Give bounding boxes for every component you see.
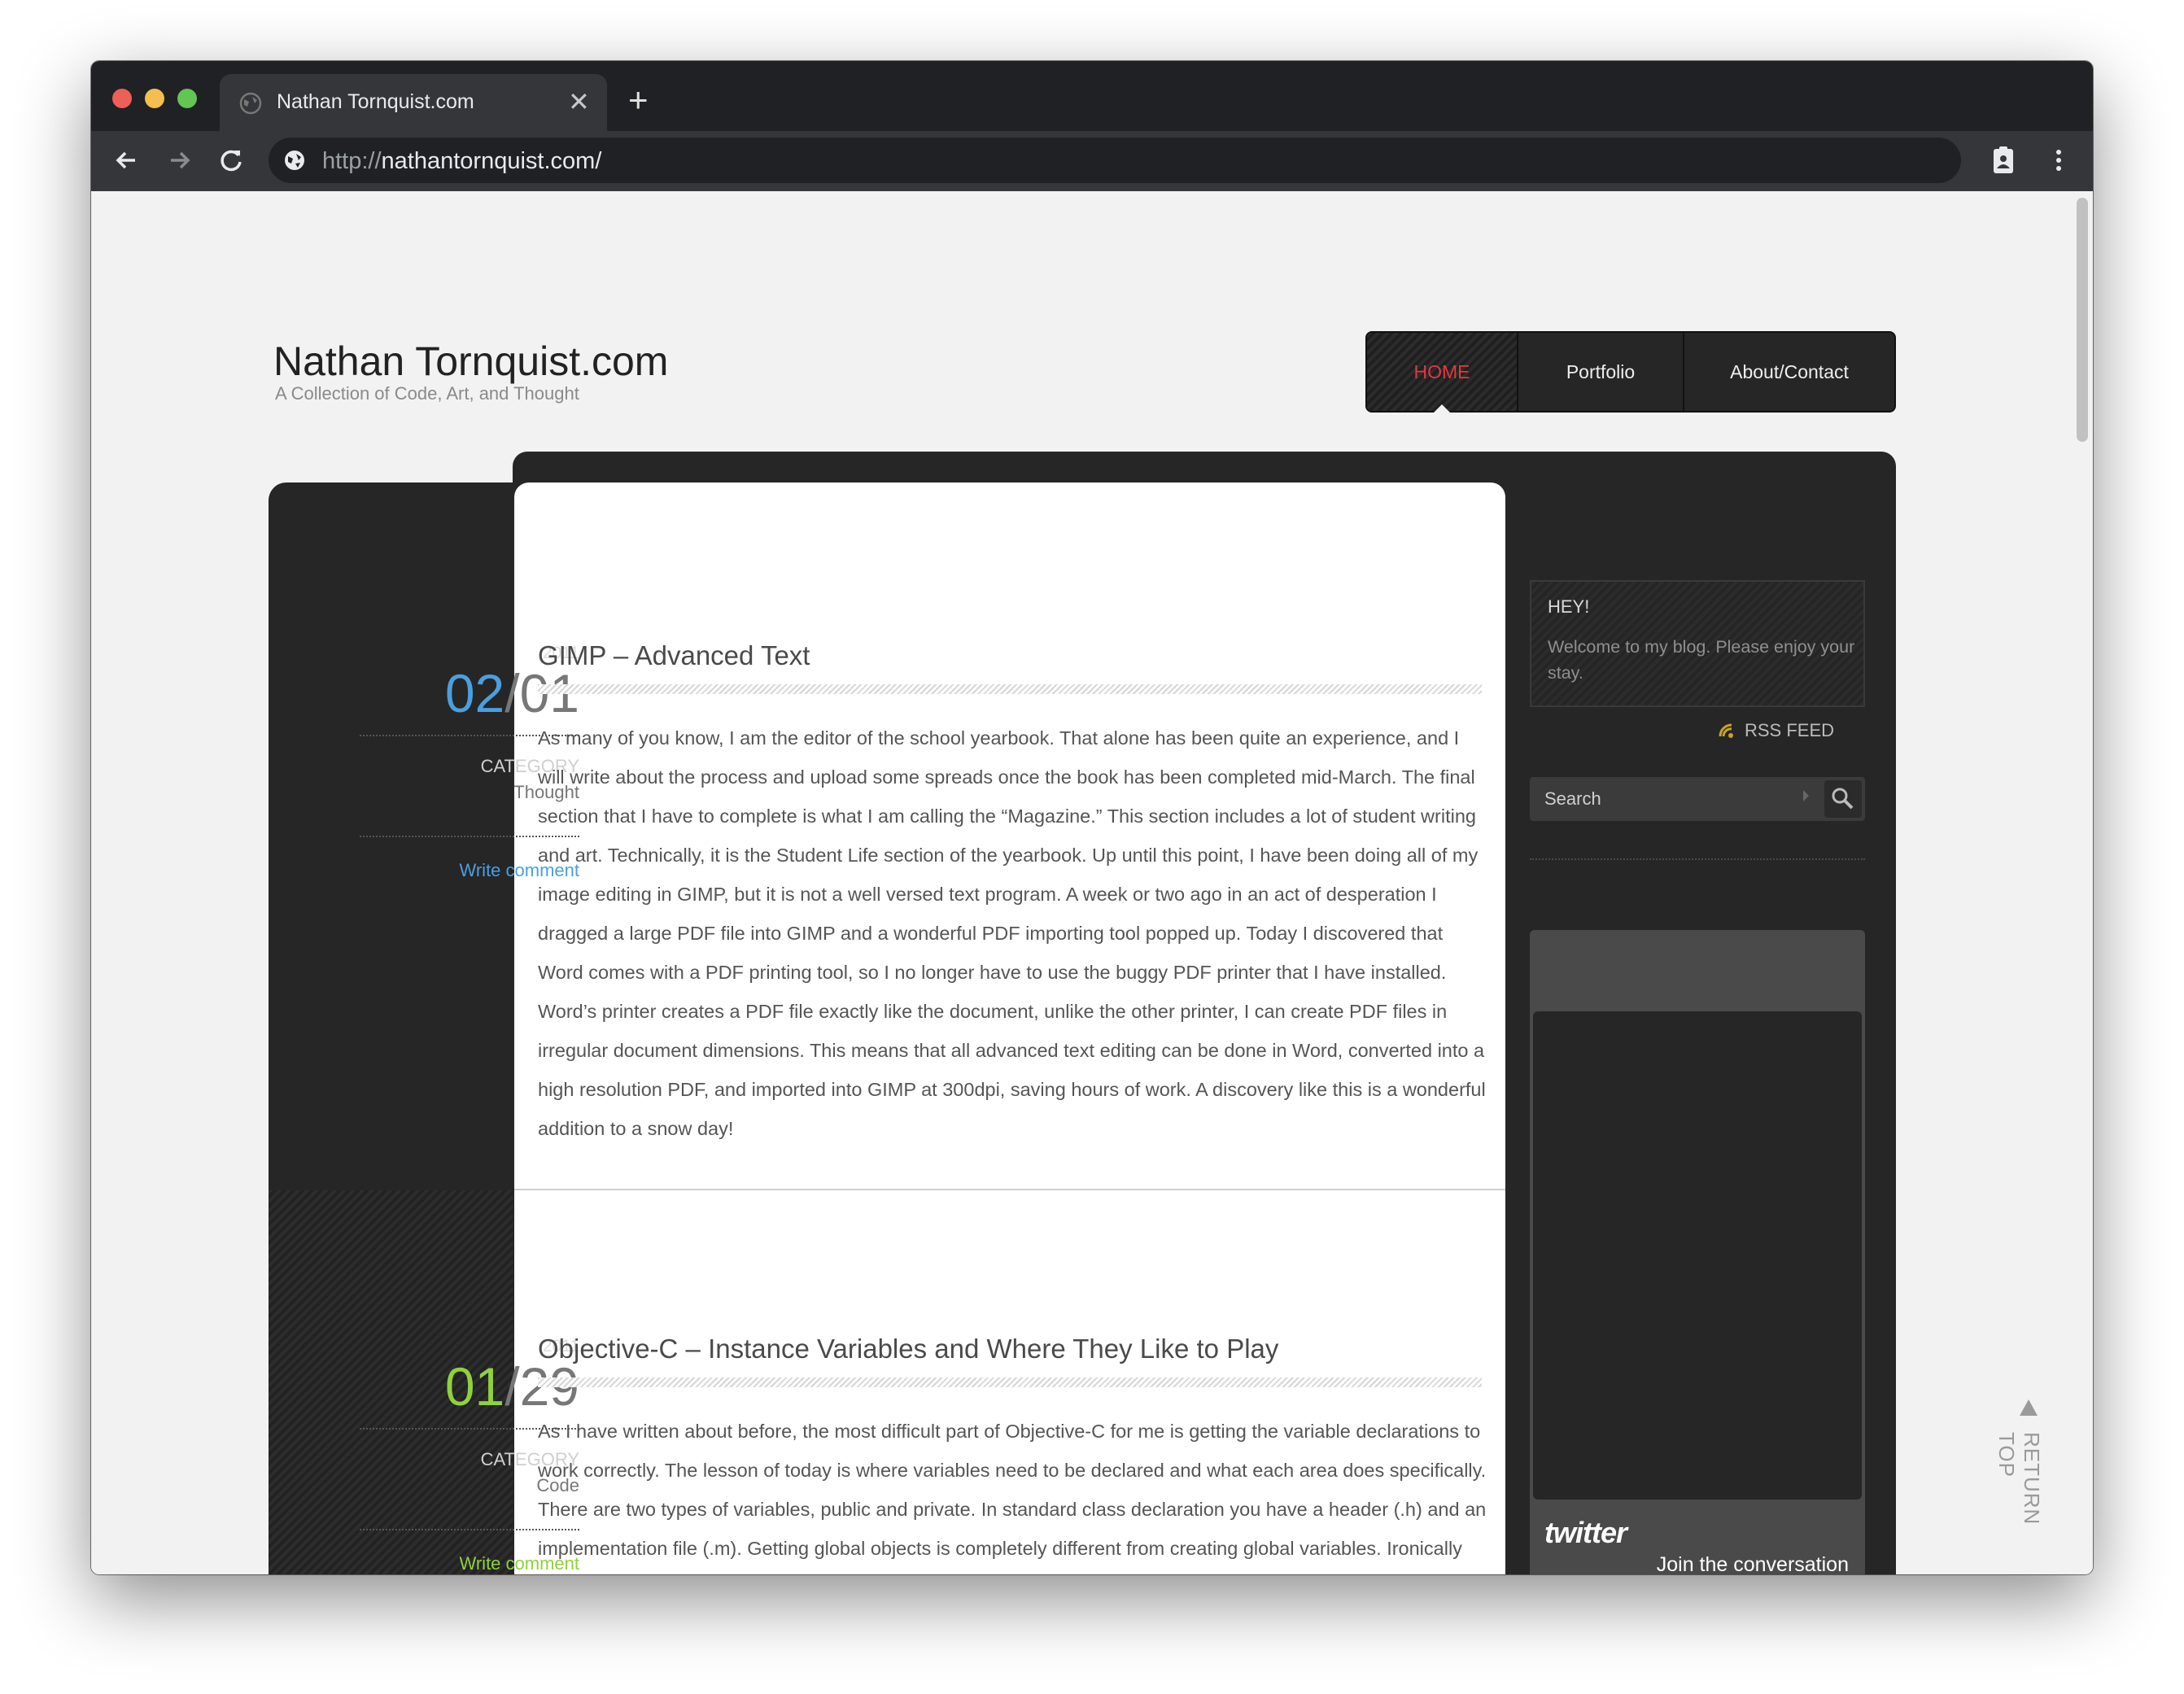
arrow-up-icon xyxy=(2020,1399,2038,1416)
search-input[interactable] xyxy=(1530,777,1823,821)
reload-icon[interactable] xyxy=(213,142,249,178)
post-title[interactable]: Objective-C – Instance Variables and Whe… xyxy=(538,1334,1278,1364)
return-top-label: RETURN TOP xyxy=(1994,1432,2044,1526)
welcome-text: Welcome to my blog. Please enjoy your st… xyxy=(1548,637,1855,683)
post-divider xyxy=(514,1189,1505,1190)
url-text: http://nathantornquist.com/ xyxy=(322,148,601,175)
nav-item-about-contact[interactable]: About/Contact xyxy=(1683,333,1894,411)
search-icon xyxy=(1832,788,1854,810)
post-body: As I have written about before, the most… xyxy=(538,1421,1487,1559)
post-month: 02 xyxy=(444,663,505,723)
twitter-feed xyxy=(1533,1011,1862,1500)
page-viewport: Nathan Tornquist.com A Collection of Cod… xyxy=(91,191,2093,1574)
nav-item-portfolio[interactable]: Portfolio xyxy=(1517,333,1683,411)
welcome-title: HEY! xyxy=(1548,596,1590,617)
close-tab-icon[interactable]: ✕ xyxy=(568,87,590,116)
browser-window: Nathan Tornquist.com ✕ + http://nathanto… xyxy=(91,61,2093,1574)
back-icon[interactable] xyxy=(109,142,145,178)
minimize-window-button[interactable] xyxy=(145,89,164,108)
post-title[interactable]: GIMP – Advanced Text xyxy=(538,640,810,671)
post-month: 01 xyxy=(444,1356,505,1417)
twitter-logo[interactable]: twitter xyxy=(1544,1516,1627,1550)
sidebar-divider xyxy=(1530,858,1865,860)
menu-icon[interactable] xyxy=(2041,142,2077,178)
rss-label: RSS FEED xyxy=(1745,720,1835,740)
welcome-box: HEY! Welcome to my blog. Please enjoy yo… xyxy=(1530,580,1865,707)
browser-tab[interactable]: Nathan Tornquist.com ✕ xyxy=(220,74,607,131)
new-tab-button[interactable]: + xyxy=(628,83,649,117)
search-caret-icon xyxy=(1803,790,1809,801)
forward-icon[interactable] xyxy=(161,142,197,178)
twitter-join-link[interactable]: Join the conversation xyxy=(1657,1553,1849,1574)
post-body: As many of you know, I am the editor of … xyxy=(538,727,1486,1139)
main-nav: HOME Portfolio About/Contact xyxy=(1365,331,1896,413)
tab-bar: Nathan Tornquist.com ✕ + xyxy=(91,61,2093,131)
title-rule xyxy=(538,684,1482,694)
browser-toolbar: http://nathantornquist.com/ xyxy=(91,131,2093,191)
globe-icon xyxy=(239,92,262,115)
address-bar[interactable]: http://nathantornquist.com/ xyxy=(269,138,1961,183)
return-top-button[interactable]: RETURN TOP xyxy=(1994,1399,2044,1562)
scrollbar[interactable] xyxy=(2070,191,2093,1574)
url-host: nathantornquist.com/ xyxy=(381,148,602,174)
site-info-icon[interactable] xyxy=(283,149,306,172)
scroll-thumb[interactable] xyxy=(2077,198,2088,442)
twitter-widget: twitter Join the conversation xyxy=(1530,930,1865,1574)
rss-icon xyxy=(1719,723,1733,738)
extension-icon[interactable] xyxy=(1985,142,2021,178)
search-box xyxy=(1530,777,1865,821)
search-button[interactable] xyxy=(1824,780,1862,818)
rss-feed-link[interactable]: RSS FEED xyxy=(1719,720,1835,741)
nav-item-home[interactable]: HOME xyxy=(1367,333,1517,413)
title-rule xyxy=(538,1377,1482,1387)
maximize-window-button[interactable] xyxy=(177,89,197,108)
site-title[interactable]: Nathan Tornquist.com xyxy=(273,338,668,385)
close-window-button[interactable] xyxy=(112,89,132,108)
tab-title: Nathan Tornquist.com xyxy=(277,90,474,113)
url-scheme: http:// xyxy=(322,148,382,174)
site-tagline: A Collection of Code, Art, and Thought xyxy=(275,383,579,404)
